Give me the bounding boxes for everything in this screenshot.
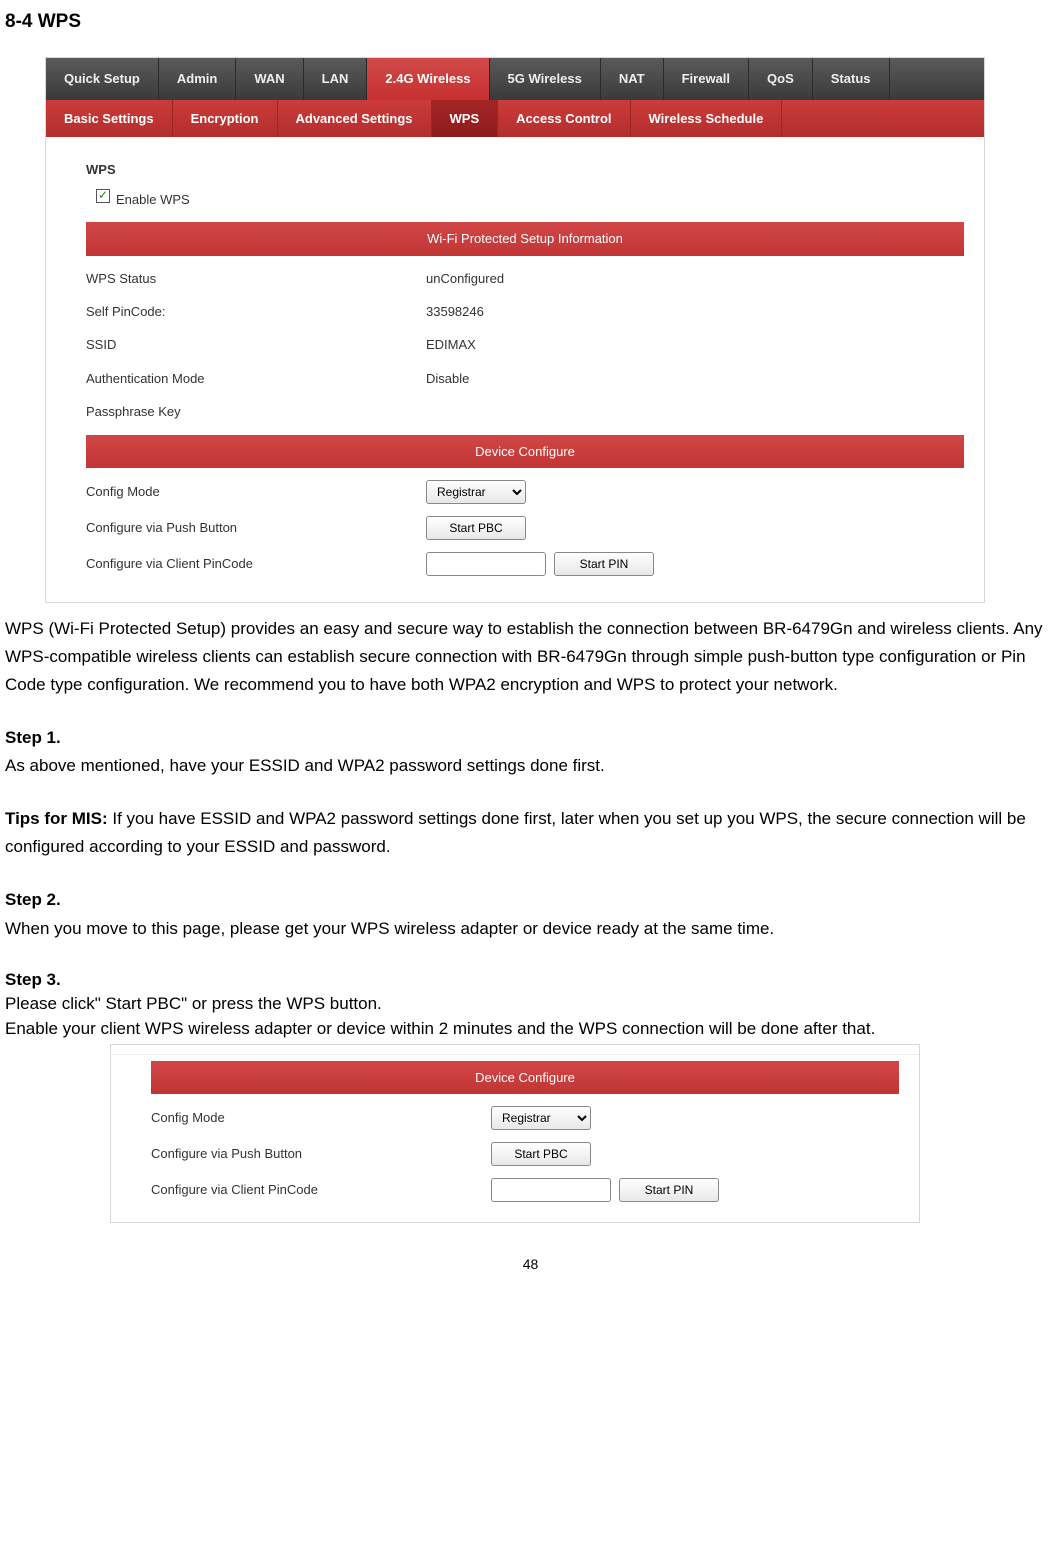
main-nav-tab-lan[interactable]: LAN [304, 58, 368, 99]
sub-nav-tab-access-control[interactable]: Access Control [498, 100, 630, 137]
step2-title: Step 2. [5, 886, 1056, 914]
tips-block: Tips for MIS: If you have ESSID and WPA2… [5, 805, 1056, 861]
sub-nav-tab-basic-settings[interactable]: Basic Settings [46, 100, 173, 137]
section-title: 8-4 WPS [5, 0, 1056, 37]
info-key: Self PinCode: [86, 301, 426, 322]
start-pbc-button[interactable]: Start PBC [426, 516, 526, 540]
client-pincode-input[interactable] [426, 552, 546, 576]
config-mode-label-2: Config Mode [151, 1107, 491, 1128]
info-value: EDIMAX [426, 334, 964, 355]
main-nav-tab-admin[interactable]: Admin [159, 58, 236, 99]
info-value: 33598246 [426, 301, 964, 322]
step2-body: When you move to this page, please get y… [5, 915, 1056, 943]
info-row: Authentication ModeDisable [86, 362, 964, 395]
start-pin-button-2[interactable]: Start PIN [619, 1178, 719, 1202]
config-mode-label: Config Mode [86, 481, 426, 502]
main-nav-tab-5g-wireless[interactable]: 5G Wireless [490, 58, 601, 99]
start-pin-button[interactable]: Start PIN [554, 552, 654, 576]
sub-nav-tab-wps[interactable]: WPS [432, 100, 499, 137]
info-value [426, 401, 964, 422]
wps-panel: WPS ✓ Enable WPS Wi-Fi Protected Setup I… [46, 137, 984, 602]
main-nav-tab-qos[interactable]: QoS [749, 58, 813, 99]
step3-line1: Please click" Start PBC" or press the WP… [5, 992, 1056, 1017]
info-row: Self PinCode:33598246 [86, 295, 964, 328]
device-configure-screenshot: Device Configure Config Mode Registrar C… [110, 1044, 920, 1223]
step1-title: Step 1. [5, 724, 1056, 752]
step3-line2: Enable your client WPS wireless adapter … [5, 1017, 1056, 1042]
client-pincode-label-2: Configure via Client PinCode [151, 1179, 491, 1200]
info-key: Passphrase Key [86, 401, 426, 422]
page-number: 48 [5, 1253, 1056, 1276]
wifi-protected-setup-header: Wi-Fi Protected Setup Information [86, 222, 964, 255]
main-nav-tab-2-4g-wireless[interactable]: 2.4G Wireless [367, 58, 489, 99]
client-pincode-row-2: Configure via Client PinCode Start PIN [151, 1172, 899, 1208]
push-button-row: Configure via Push Button Start PBC [86, 510, 964, 546]
router-config-screenshot: Quick SetupAdminWANLAN2.4G Wireless5G Wi… [45, 57, 985, 603]
push-button-row-2: Configure via Push Button Start PBC [151, 1136, 899, 1172]
main-nav: Quick SetupAdminWANLAN2.4G Wireless5G Wi… [46, 58, 984, 99]
main-nav-tab-firewall[interactable]: Firewall [664, 58, 749, 99]
tips-label: Tips for MIS: [5, 809, 112, 828]
intro-paragraph: WPS (Wi‑Fi Protected Setup) provides an … [5, 615, 1056, 699]
info-key: SSID [86, 334, 426, 355]
main-nav-tab-quick-setup[interactable]: Quick Setup [46, 58, 159, 99]
info-row: Passphrase Key [86, 395, 964, 428]
client-pincode-row: Configure via Client PinCode Start PIN [86, 546, 964, 582]
sub-nav-tab-advanced-settings[interactable]: Advanced Settings [278, 100, 432, 137]
config-mode-row-2: Config Mode Registrar [151, 1100, 899, 1136]
main-nav-tab-wan[interactable]: WAN [236, 58, 303, 99]
enable-wps-label: Enable WPS [116, 189, 190, 210]
device-configure-header-2: Device Configure [151, 1061, 899, 1094]
step1-block: Step 1. As above mentioned, have your ES… [5, 724, 1056, 780]
step1-body: As above mentioned, have your ESSID and … [5, 752, 1056, 780]
info-value: Disable [426, 368, 964, 389]
info-key: Authentication Mode [86, 368, 426, 389]
main-nav-tab-nat[interactable]: NAT [601, 58, 664, 99]
push-button-label: Configure via Push Button [86, 517, 426, 538]
step2-block: Step 2. When you move to this page, plea… [5, 886, 1056, 942]
sub-nav: Basic SettingsEncryptionAdvanced Setting… [46, 100, 984, 137]
sub-nav-tab-wireless-schedule[interactable]: Wireless Schedule [631, 100, 783, 137]
wps-group-label: WPS [86, 159, 964, 180]
config-mode-select[interactable]: Registrar [426, 480, 526, 504]
info-key: WPS Status [86, 268, 426, 289]
sub-nav-tab-encryption[interactable]: Encryption [173, 100, 278, 137]
client-pincode-label: Configure via Client PinCode [86, 553, 426, 574]
step3-block: Step 3. Please click" Start PBC" or pres… [5, 968, 1056, 1042]
config-mode-select-2[interactable]: Registrar [491, 1106, 591, 1130]
info-row: WPS StatusunConfigured [86, 262, 964, 295]
push-button-label-2: Configure via Push Button [151, 1143, 491, 1164]
step3-title: Step 3. [5, 968, 1056, 993]
info-row: SSIDEDIMAX [86, 328, 964, 361]
enable-wps-checkbox[interactable]: ✓ [96, 189, 110, 203]
main-nav-tab-status[interactable]: Status [813, 58, 890, 99]
wps-info-table: WPS StatusunConfiguredSelf PinCode:33598… [86, 262, 964, 429]
start-pbc-button-2[interactable]: Start PBC [491, 1142, 591, 1166]
device-configure-header: Device Configure [86, 435, 964, 468]
client-pincode-input-2[interactable] [491, 1178, 611, 1202]
tips-body: If you have ESSID and WPA2 password sett… [5, 809, 1026, 856]
info-value: unConfigured [426, 268, 964, 289]
config-mode-row: Config Mode Registrar [86, 474, 964, 510]
